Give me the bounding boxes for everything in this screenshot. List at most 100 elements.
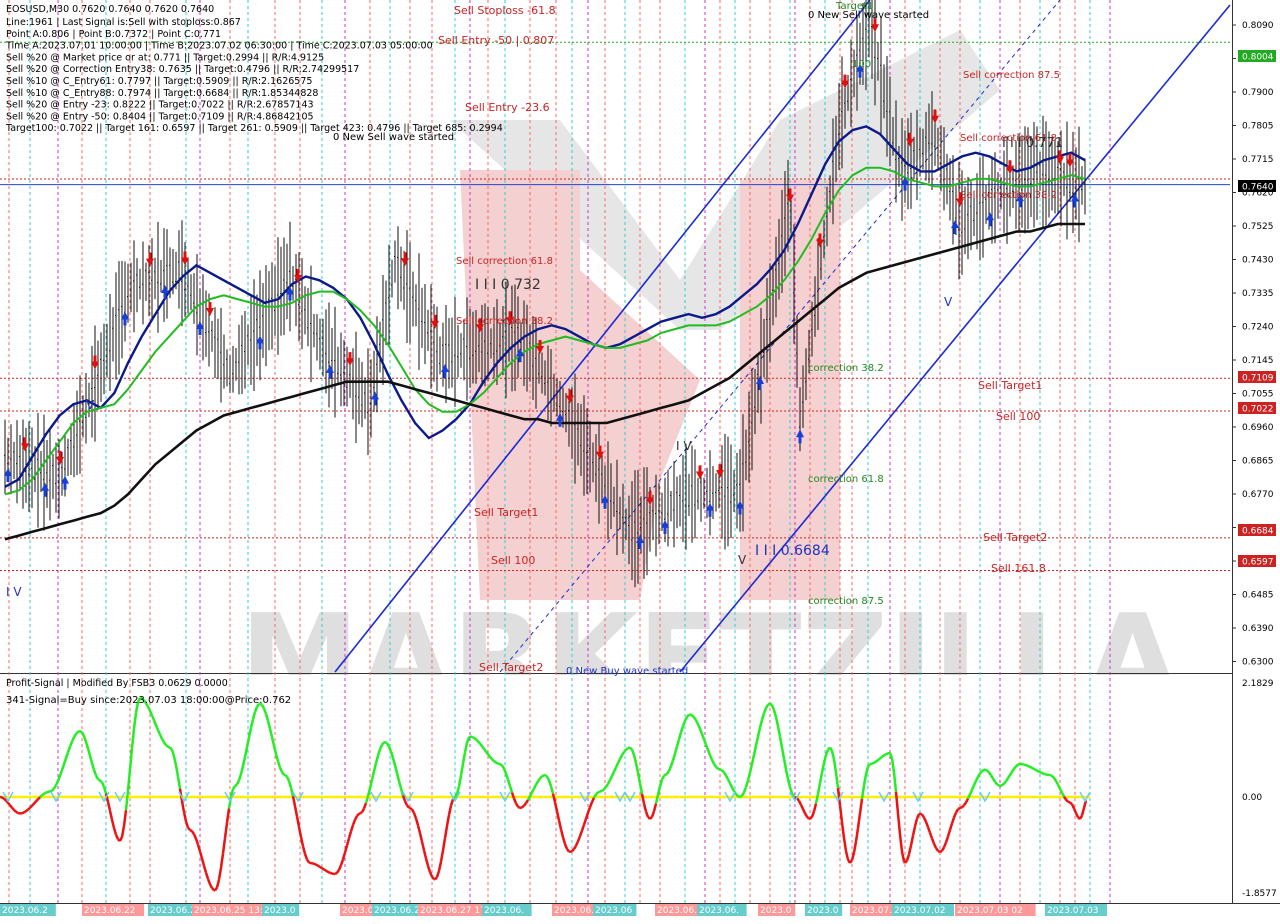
osc-segment — [1000, 785, 1002, 786]
osc-segment — [80, 731, 82, 732]
time-axis: 2023.06.22023.06.222023.06.22023.06.25 1… — [0, 904, 1107, 916]
price-tag-label: 0.7640 — [1242, 183, 1274, 193]
osc-segment — [1064, 797, 1066, 800]
osc-segment — [884, 754, 886, 755]
chart-window: MARKETZILLA Sell Stoploss -61.8Sell Entr… — [0, 0, 1280, 920]
chart-label: V — [86, 398, 95, 412]
osc-segment — [14, 810, 16, 812]
osc-segment — [316, 865, 318, 866]
osc-segment — [54, 785, 56, 788]
osc-segment — [480, 744, 482, 747]
price-tag-label: 0.7109 — [1242, 374, 1274, 384]
chart-label: Sell correction 38.2 — [456, 316, 553, 327]
osc-segment — [320, 867, 322, 868]
osc-segment — [355, 816, 357, 820]
osc-segment — [570, 851, 572, 852]
chart-label: Sell correction 61.8 — [456, 256, 553, 267]
osc-segment — [936, 848, 938, 851]
osc-segment — [567, 849, 569, 852]
osc-segment — [192, 831, 194, 834]
time-label: 2023.07.02 — [894, 906, 946, 916]
osc-segment — [357, 814, 359, 816]
osc-segment — [46, 792, 48, 793]
time-label: 2023.06.2 — [2, 906, 48, 916]
osc-segment — [1016, 765, 1018, 767]
osc-segment — [1080, 816, 1082, 819]
info-line: Sell %20 @ Entry -23: 0.8222 || Target:0… — [6, 100, 314, 111]
price-tick-label: 0.7240 — [1242, 323, 1274, 333]
osc-segment — [492, 759, 494, 761]
osc-segment — [472, 737, 474, 738]
osc-segment — [52, 789, 54, 791]
osc-segment — [235, 785, 237, 786]
osc-segment — [502, 765, 504, 768]
price-tick-label: 0.7900 — [1242, 88, 1274, 98]
osc-segment — [307, 860, 309, 863]
osc-segment — [36, 799, 38, 801]
osc-segment — [872, 763, 874, 764]
osc-segment — [524, 803, 526, 806]
osc-segment — [335, 873, 337, 874]
osc-segment — [685, 717, 687, 721]
osc-segment — [1052, 776, 1054, 778]
osc-segment — [687, 715, 689, 717]
osc-segment — [1014, 766, 1016, 768]
time-label: 2023.0 — [760, 906, 792, 916]
osc-segment — [807, 817, 809, 819]
time-label: 2023.06 — [595, 906, 632, 916]
osc-segment — [362, 809, 364, 813]
osc-segment — [532, 789, 534, 793]
osc-segment — [410, 808, 412, 809]
osc-segment — [690, 715, 692, 716]
osc-segment — [530, 792, 532, 796]
osc-segment — [40, 795, 42, 797]
osc-segment — [942, 847, 944, 850]
osc-segment — [712, 760, 714, 764]
price-tick-label: 0.7525 — [1242, 222, 1274, 232]
osc-segment — [1012, 769, 1014, 772]
price-tick-label: 0.8090 — [1242, 21, 1274, 31]
price-tag-label: 0.7022 — [1242, 405, 1274, 415]
time-label: 2023.07.03 — [1047, 906, 1099, 916]
chart-label: Sell 100 — [491, 554, 535, 567]
chart-label: Sell Target2 — [983, 531, 1047, 544]
time-label: 2023.0 — [807, 906, 839, 916]
osc-segment — [718, 769, 720, 770]
chart-label: Sell 100 — [996, 410, 1040, 423]
osc-segment — [608, 780, 610, 784]
chart-label: Sell Entry -23.6 — [465, 101, 550, 114]
chart-label: I V — [6, 585, 22, 599]
osc-segment — [997, 784, 999, 786]
osc-segment — [874, 762, 876, 763]
osc-segment — [922, 815, 924, 818]
osc-segment — [1038, 771, 1040, 772]
osc-segment — [598, 792, 600, 793]
osc-segment — [882, 755, 884, 756]
info-line: Time A:2023.07.01 10:00:00 | Time B:2023… — [5, 41, 433, 52]
osc-segment — [164, 742, 166, 745]
osc-segment — [989, 772, 991, 775]
osc-segment — [476, 739, 478, 741]
osc-segment — [1070, 803, 1072, 805]
osc-segment — [799, 801, 801, 805]
price-tick-label: 0.7805 — [1242, 122, 1274, 132]
price-tick-label: 0.7055 — [1242, 390, 1274, 400]
price-tick-label: 0.6770 — [1242, 490, 1274, 500]
price-tag-label: 0.8004 — [1242, 53, 1274, 63]
time-label: 2023.06. — [699, 906, 739, 916]
osc-segment — [190, 830, 192, 831]
osc-segment — [830, 748, 832, 751]
osc-segment — [312, 863, 314, 864]
osc-segment — [1062, 793, 1064, 797]
osc-segment — [667, 771, 669, 774]
osc-segment — [328, 872, 330, 873]
osc-segment — [692, 715, 694, 717]
price-tick-label: 0.6865 — [1242, 457, 1274, 467]
osc-segment — [212, 888, 214, 890]
osc-segment — [600, 791, 602, 792]
osc-segment — [985, 770, 987, 771]
chart-label: Sell Target1 — [978, 379, 1042, 392]
osc-segment — [620, 755, 622, 759]
indicator-axis: 2.18290.00-1.8577 — [1242, 679, 1277, 899]
info-line: Sell %10 @ C_Entry61: 0.7797 || Target:0… — [6, 76, 312, 87]
